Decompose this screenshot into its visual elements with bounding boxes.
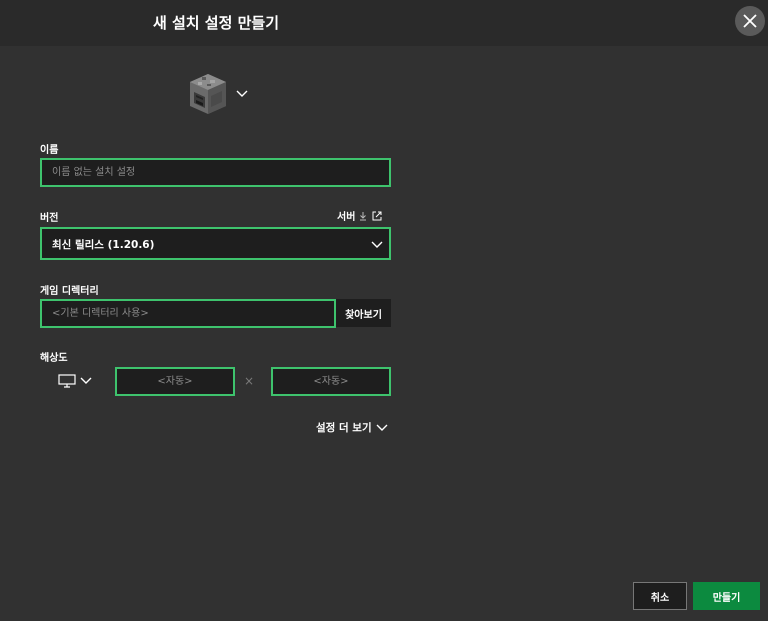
version-select[interactable]: 최신 릴리스 (1.20.6) <box>40 227 391 260</box>
name-label: 이름 <box>40 145 59 156</box>
dialog-title: 새 설치 설정 만들기 <box>152 14 280 32</box>
browse-button[interactable]: 찾아보기 <box>336 299 391 327</box>
download-icon <box>360 211 367 220</box>
close-icon <box>743 14 757 28</box>
cancel-button[interactable]: 취소 <box>633 582 687 610</box>
game-directory-label: 게임 디렉터리 <box>40 286 99 297</box>
resolution-preset-dropdown[interactable] <box>58 374 92 388</box>
create-button[interactable]: 만들기 <box>693 582 760 610</box>
installation-icon-selector[interactable] <box>188 72 248 116</box>
monitor-icon <box>58 374 76 388</box>
resolution-label: 해상도 <box>40 353 68 364</box>
resolution-separator: × <box>244 374 255 388</box>
resolution-width-input[interactable] <box>117 369 233 394</box>
version-selected-value: 최신 릴리스 (1.20.6) <box>52 239 155 251</box>
more-settings-toggle[interactable]: 설정 더 보기 <box>316 420 388 435</box>
resolution-height-wrapper <box>271 367 391 396</box>
resolution-height-input[interactable] <box>273 369 389 394</box>
game-directory-field-wrapper <box>40 299 336 328</box>
game-directory-input[interactable] <box>42 301 334 326</box>
version-label: 버전 <box>40 213 59 224</box>
name-input[interactable] <box>42 160 389 185</box>
more-settings-label: 설정 더 보기 <box>316 422 372 434</box>
chevron-down-icon <box>376 424 388 431</box>
chevron-down-icon <box>236 90 248 97</box>
resolution-width-wrapper <box>115 367 235 396</box>
server-label: 서버 <box>337 212 356 223</box>
dialog-header: 새 설치 설정 만들기 <box>0 0 768 46</box>
furnace-icon <box>190 74 226 114</box>
chevron-down-icon <box>80 377 92 384</box>
chevron-down-icon <box>371 241 383 248</box>
external-link-icon <box>372 211 382 220</box>
server-download-link[interactable]: 서버 <box>337 208 383 223</box>
name-field-wrapper <box>40 158 391 187</box>
close-button[interactable] <box>735 6 765 36</box>
